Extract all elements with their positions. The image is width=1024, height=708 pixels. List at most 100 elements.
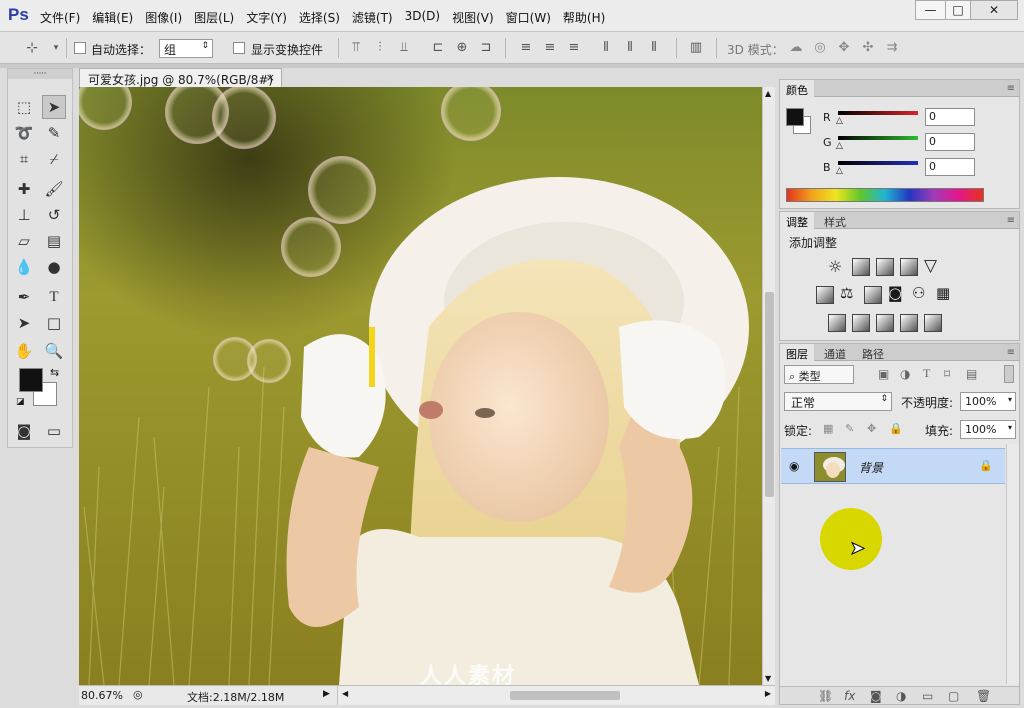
healing-brush-tool-icon[interactable]: ✚	[12, 177, 36, 201]
proof-icon[interactable]: ◎	[133, 688, 143, 701]
3d-drag-icon[interactable]: ✥	[836, 40, 852, 56]
tab-layers[interactable]: 图层	[780, 344, 814, 361]
vibrance-icon[interactable]: ▽	[924, 256, 937, 276]
filter-pixel-icon[interactable]: ▣	[878, 367, 889, 381]
3d-slide-icon[interactable]: ✣	[860, 40, 876, 56]
quick-mask-icon[interactable]: ◙	[12, 419, 36, 443]
gradient-tool-icon[interactable]: ▤	[42, 229, 66, 253]
scroll-left-icon[interactable]: ◀	[342, 689, 348, 698]
fx-icon[interactable]: fx	[844, 689, 855, 703]
posterize-icon[interactable]	[852, 314, 870, 332]
delete-layer-icon[interactable]: 🗑	[976, 689, 991, 703]
3d-roll-icon[interactable]: ◎	[812, 40, 828, 56]
tab-paths[interactable]: 路径	[856, 344, 890, 361]
filter-type-icon[interactable]: T	[923, 366, 930, 381]
clone-stamp-tool-icon[interactable]: ⊥	[12, 203, 36, 227]
restore-button[interactable]: □	[945, 0, 971, 20]
close-button[interactable]: ✕	[970, 0, 1018, 20]
scroll-right-icon[interactable]: ▶	[765, 689, 771, 698]
lock-all-icon[interactable]: 🔒	[889, 422, 903, 435]
align-vcenter-icon[interactable]: ⫶	[372, 40, 388, 56]
menu-help[interactable]: 帮助(H)	[563, 9, 605, 26]
color-lookup-icon[interactable]: ▦	[936, 284, 950, 302]
move-tool-preset-icon[interactable]: ⊹	[24, 40, 40, 56]
zoom-tool-icon[interactable]: 🔍	[42, 339, 66, 363]
swap-colors-icon[interactable]: ⇆	[50, 366, 59, 379]
screen-mode-icon[interactable]: ▭	[42, 419, 66, 443]
panel-menu-icon[interactable]: ≡	[1007, 347, 1015, 358]
toolbox-grip[interactable]: ·····	[8, 69, 72, 79]
menu-window[interactable]: 窗口(W)	[506, 9, 551, 26]
menu-select[interactable]: 选择(S)	[299, 9, 340, 26]
auto-select-dropdown[interactable]: 组 ⇕	[159, 39, 213, 58]
chevron-down-icon[interactable]: ▾	[1008, 423, 1012, 432]
r-input[interactable]: 0	[925, 108, 975, 126]
horizontal-scroll-thumb[interactable]	[510, 691, 620, 700]
tab-color[interactable]: 颜色	[780, 80, 814, 97]
filter-adjustment-icon[interactable]: ◑	[900, 367, 910, 381]
distribute-top-icon[interactable]: ≡	[518, 40, 534, 56]
lock-transparent-icon[interactable]: ▦	[823, 422, 833, 435]
new-group-icon[interactable]: ▭	[922, 689, 933, 703]
black-white-icon[interactable]	[864, 286, 882, 304]
panel-menu-icon[interactable]: ≡	[1007, 215, 1015, 226]
opacity-input[interactable]: 100% ▾	[960, 392, 1016, 411]
auto-select-checkbox[interactable]	[74, 42, 86, 54]
menu-layer[interactable]: 图层(L)	[194, 9, 234, 26]
pen-tool-icon[interactable]: ✒	[12, 285, 36, 309]
fg-swatch[interactable]	[786, 108, 804, 126]
layers-scrollbar[interactable]	[1006, 444, 1019, 684]
show-transform-checkbox[interactable]	[233, 42, 245, 54]
crop-tool-icon[interactable]: ⌗	[12, 147, 36, 171]
b-slider[interactable]	[838, 161, 918, 165]
channel-mixer-icon[interactable]: ⚇	[912, 284, 925, 302]
exposure-icon[interactable]	[900, 258, 918, 276]
threshold-icon[interactable]	[876, 314, 894, 332]
visibility-eye-icon[interactable]: ◉	[789, 459, 799, 473]
quick-select-tool-icon[interactable]: ✎	[42, 121, 66, 145]
distribute-right-icon[interactable]: ⦀	[646, 40, 662, 56]
hue-saturation-icon[interactable]	[816, 286, 834, 304]
color-balance-icon[interactable]: ⚖	[840, 284, 853, 302]
curves-icon[interactable]	[876, 258, 894, 276]
eyedropper-tool-icon[interactable]: ⌿	[42, 147, 66, 171]
filter-shape-icon[interactable]: ⌑	[944, 367, 950, 381]
align-hcenter-icon[interactable]: ⊕	[454, 40, 470, 56]
3d-orbit-icon[interactable]: ☁	[788, 40, 804, 56]
distribute-vcenter-icon[interactable]: ≡	[542, 40, 558, 56]
path-select-tool-icon[interactable]: ➤	[12, 311, 36, 335]
hand-tool-icon[interactable]: ✋	[12, 339, 36, 363]
menu-edit[interactable]: 编辑(E)	[92, 9, 133, 26]
r-slider[interactable]	[838, 111, 918, 115]
g-slider-handle-icon[interactable]: △	[836, 141, 843, 151]
blend-mode-dropdown[interactable]: 正常 ⇕	[784, 392, 892, 411]
g-input[interactable]: 0	[925, 133, 975, 151]
default-colors-icon[interactable]: ◪	[16, 397, 25, 407]
g-slider[interactable]	[838, 136, 918, 140]
align-bottom-icon[interactable]: ⫫	[396, 40, 412, 56]
new-adjustment-icon[interactable]: ◑	[896, 689, 906, 703]
align-top-icon[interactable]: ⫪	[348, 40, 364, 56]
color-spectrum-bar[interactable]	[786, 188, 984, 202]
marquee-tool-icon[interactable]: ⬚	[12, 95, 36, 119]
scroll-up-icon[interactable]: ▲	[765, 89, 771, 98]
document-tab[interactable]: 可爱女孩.jpg @ 80.7%(RGB/8#) ×	[79, 68, 282, 87]
menu-file[interactable]: 文件(F)	[40, 9, 80, 26]
layer-row-background[interactable]: ◉ 背景 🔒	[781, 448, 1005, 484]
auto-align-icon[interactable]: ▥	[688, 40, 704, 56]
brightness-contrast-icon[interactable]: ☼	[828, 257, 842, 276]
chevron-down-icon[interactable]: ▾	[1008, 395, 1012, 404]
tab-channels[interactable]: 通道	[818, 344, 852, 361]
3d-scale-icon[interactable]: ⇉	[884, 40, 900, 56]
align-right-icon[interactable]: ⊐	[478, 40, 494, 56]
foreground-color-swatch-top[interactable]	[19, 368, 43, 392]
zoom-level[interactable]: 80.67%	[81, 689, 123, 702]
rectangle-tool-icon[interactable]: □	[42, 311, 66, 335]
b-input[interactable]: 0	[925, 158, 975, 176]
preset-dropdown-icon[interactable]: ▾	[48, 40, 64, 56]
photo-filter-icon[interactable]: ◙	[888, 284, 903, 302]
align-left-icon[interactable]: ⊏	[430, 40, 446, 56]
new-layer-icon[interactable]: ▢	[948, 689, 959, 703]
menu-image[interactable]: 图像(I)	[145, 9, 182, 26]
menu-filter[interactable]: 滤镜(T)	[352, 9, 393, 26]
